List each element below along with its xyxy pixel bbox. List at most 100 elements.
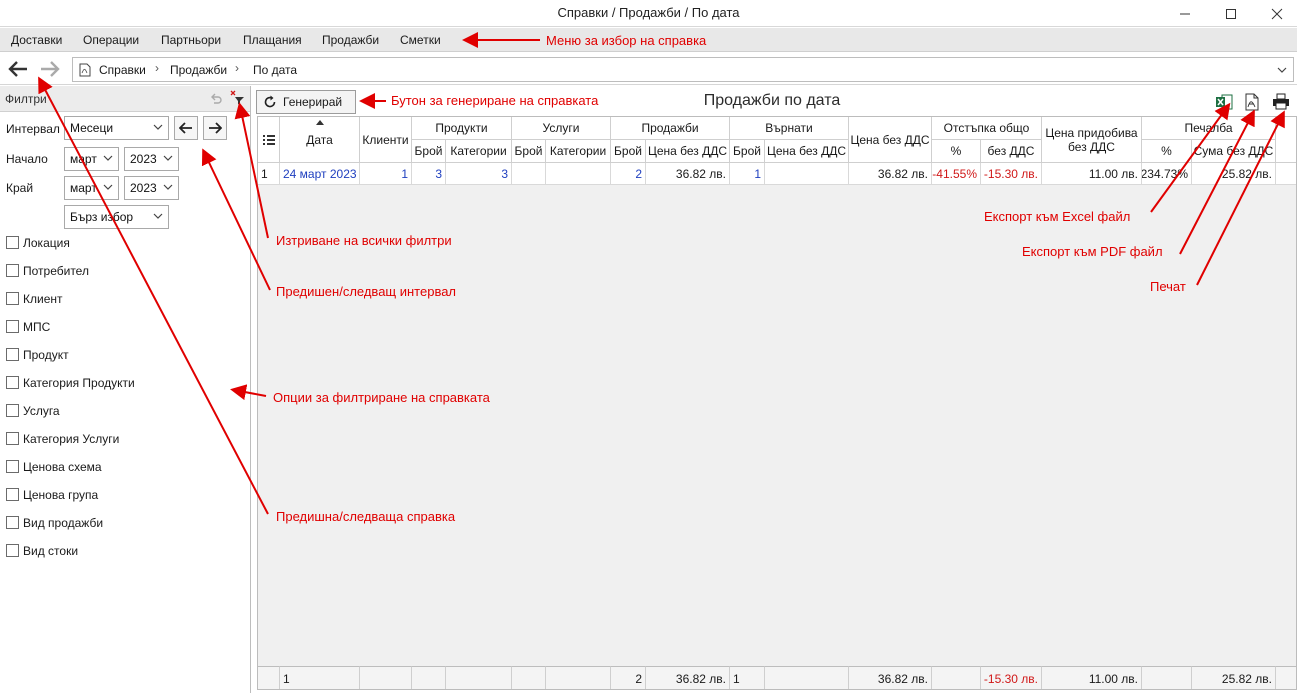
column-header-discount-amount[interactable]: без ДДС (981, 140, 1042, 163)
refresh-icon (264, 95, 276, 108)
checkbox[interactable] (6, 292, 19, 305)
cell-sales-count[interactable]: 2 (611, 163, 646, 185)
start-year-select[interactable]: 2023 (124, 147, 179, 171)
checkbox[interactable] (6, 264, 19, 277)
checkbox[interactable] (6, 348, 19, 361)
column-header-products-count[interactable]: Брой (412, 140, 446, 163)
next-interval-button[interactable] (203, 116, 227, 140)
breadcrumb-sales[interactable]: Продажби (170, 63, 227, 77)
export-excel-button[interactable] (1213, 91, 1235, 113)
column-header-label: Сума без ДДС (1193, 144, 1274, 158)
column-header-label: Услуги (542, 121, 580, 135)
column-group-sales: Продажби (611, 117, 730, 140)
column-header-products-categories[interactable]: Категории (446, 140, 512, 163)
menu-item-payments[interactable]: Плащания (243, 33, 302, 47)
interval-select-value: Месеци (70, 121, 114, 135)
annotation-prev-next-interval: Предишен/следващ интервал (276, 284, 457, 299)
footer-cell (546, 666, 611, 689)
column-header-label: Печалба (1184, 121, 1233, 135)
arrow-right-icon (41, 61, 60, 77)
chevron-down-icon (153, 213, 163, 219)
print-button[interactable] (1270, 91, 1292, 113)
column-header-profit-percent[interactable]: % (1142, 140, 1192, 163)
column-header-price[interactable]: Цена без ДДС (849, 117, 932, 163)
checkbox[interactable] (6, 236, 19, 249)
quick-select[interactable]: Бърз избор (64, 205, 169, 229)
checkbox-label: Категория Услуги (23, 432, 120, 446)
column-header-cost[interactable]: Цена придобива без ДДС (1042, 117, 1142, 163)
checkbox[interactable] (6, 320, 19, 333)
column-header-services-count[interactable]: Брой (512, 140, 546, 163)
previous-interval-button[interactable] (174, 116, 198, 140)
checkbox[interactable] (6, 516, 19, 529)
column-header-sales-count[interactable]: Брой (611, 140, 646, 163)
end-year-value: 2023 (130, 181, 157, 195)
column-header-profit-sum[interactable]: Сума без ДДС (1192, 140, 1276, 163)
column-header-services-categories[interactable]: Категории (546, 140, 611, 163)
breadcrumb[interactable]: Справки › Продажби › По дата (72, 57, 1294, 82)
chevron-down-icon[interactable] (1277, 66, 1287, 74)
cell-products-categories[interactable]: 3 (446, 163, 512, 185)
cell-clients[interactable]: 1 (360, 163, 412, 185)
minimize-icon (1180, 13, 1190, 14)
column-header-returned-count[interactable]: Брой (730, 140, 765, 163)
forward-button[interactable] (38, 57, 62, 81)
cell-date[interactable]: 24 март 2023 (280, 163, 360, 185)
column-header-label: % (950, 144, 962, 158)
menu-item-deliveries[interactable]: Доставки (11, 33, 62, 47)
checkbox[interactable] (6, 376, 19, 389)
interval-select[interactable]: Месеци (64, 116, 169, 140)
printer-icon (1273, 93, 1289, 110)
end-label: Край (6, 181, 34, 195)
chevron-down-icon (163, 184, 173, 190)
undo-icon[interactable] (209, 92, 223, 106)
menu-item-sales[interactable]: Продажби (322, 33, 379, 47)
end-year-select[interactable]: 2023 (124, 176, 179, 200)
checkbox[interactable] (6, 544, 19, 557)
footer-cell (258, 666, 280, 689)
cell-discount-amount: -15.30 лв. (981, 163, 1042, 185)
checkbox-label: Продукт (23, 348, 69, 362)
maximize-button[interactable] (1208, 0, 1254, 27)
column-header-sales-price[interactable]: Цена без ДДС (646, 140, 730, 163)
start-label: Начало (6, 152, 48, 166)
export-pdf-button[interactable] (1241, 91, 1263, 113)
cell-returned-count[interactable]: 1 (730, 163, 765, 185)
checkbox[interactable] (6, 404, 19, 417)
column-header-label: Брой (614, 144, 642, 158)
close-button[interactable] (1254, 0, 1297, 27)
column-header-label: Цена придобива без ДДС (1045, 125, 1138, 154)
footer-cell (765, 666, 849, 689)
start-month-value: март (70, 152, 97, 166)
menu-item-accounts[interactable]: Сметки (400, 33, 441, 47)
end-month-select[interactable]: март (64, 176, 119, 200)
checkbox[interactable] (6, 460, 19, 473)
column-header-clients[interactable]: Клиенти (360, 117, 412, 163)
breadcrumb-by-date[interactable]: По дата (253, 63, 297, 77)
breadcrumb-reports[interactable]: Справки (99, 63, 146, 77)
checkbox-label: МПС (23, 320, 51, 334)
pdf-document-icon (79, 63, 91, 77)
footer-returned-count: 1 (730, 666, 765, 689)
clear-filters-icon[interactable] (229, 90, 245, 106)
generate-button-label: Генерирай (283, 95, 343, 109)
column-header-returned-price[interactable]: Цена без ДДС (765, 140, 849, 163)
menu-item-operations[interactable]: Операции (83, 33, 139, 47)
footer-profit-sum: 25.82 лв. (1192, 666, 1276, 689)
cell-products-count[interactable]: 3 (412, 163, 446, 185)
checkbox[interactable] (6, 488, 19, 501)
back-button[interactable] (6, 57, 30, 81)
generate-button[interactable]: Генерирай (256, 90, 356, 114)
start-month-select[interactable]: март (64, 147, 119, 171)
column-header-discount-percent[interactable]: % (932, 140, 981, 163)
checkbox-label: Ценова група (23, 488, 99, 502)
column-chooser-button[interactable] (258, 117, 280, 163)
footer-cost: 11.00 лв. (1042, 666, 1142, 689)
menu-item-partners[interactable]: Партньори (161, 33, 221, 47)
footer-price: 36.82 лв. (849, 666, 932, 689)
column-header-label: Брой (414, 144, 443, 158)
minimize-button[interactable] (1162, 0, 1208, 27)
checkbox[interactable] (6, 432, 19, 445)
footer-cell (1142, 666, 1192, 689)
column-header-date[interactable]: Дата (280, 117, 360, 163)
